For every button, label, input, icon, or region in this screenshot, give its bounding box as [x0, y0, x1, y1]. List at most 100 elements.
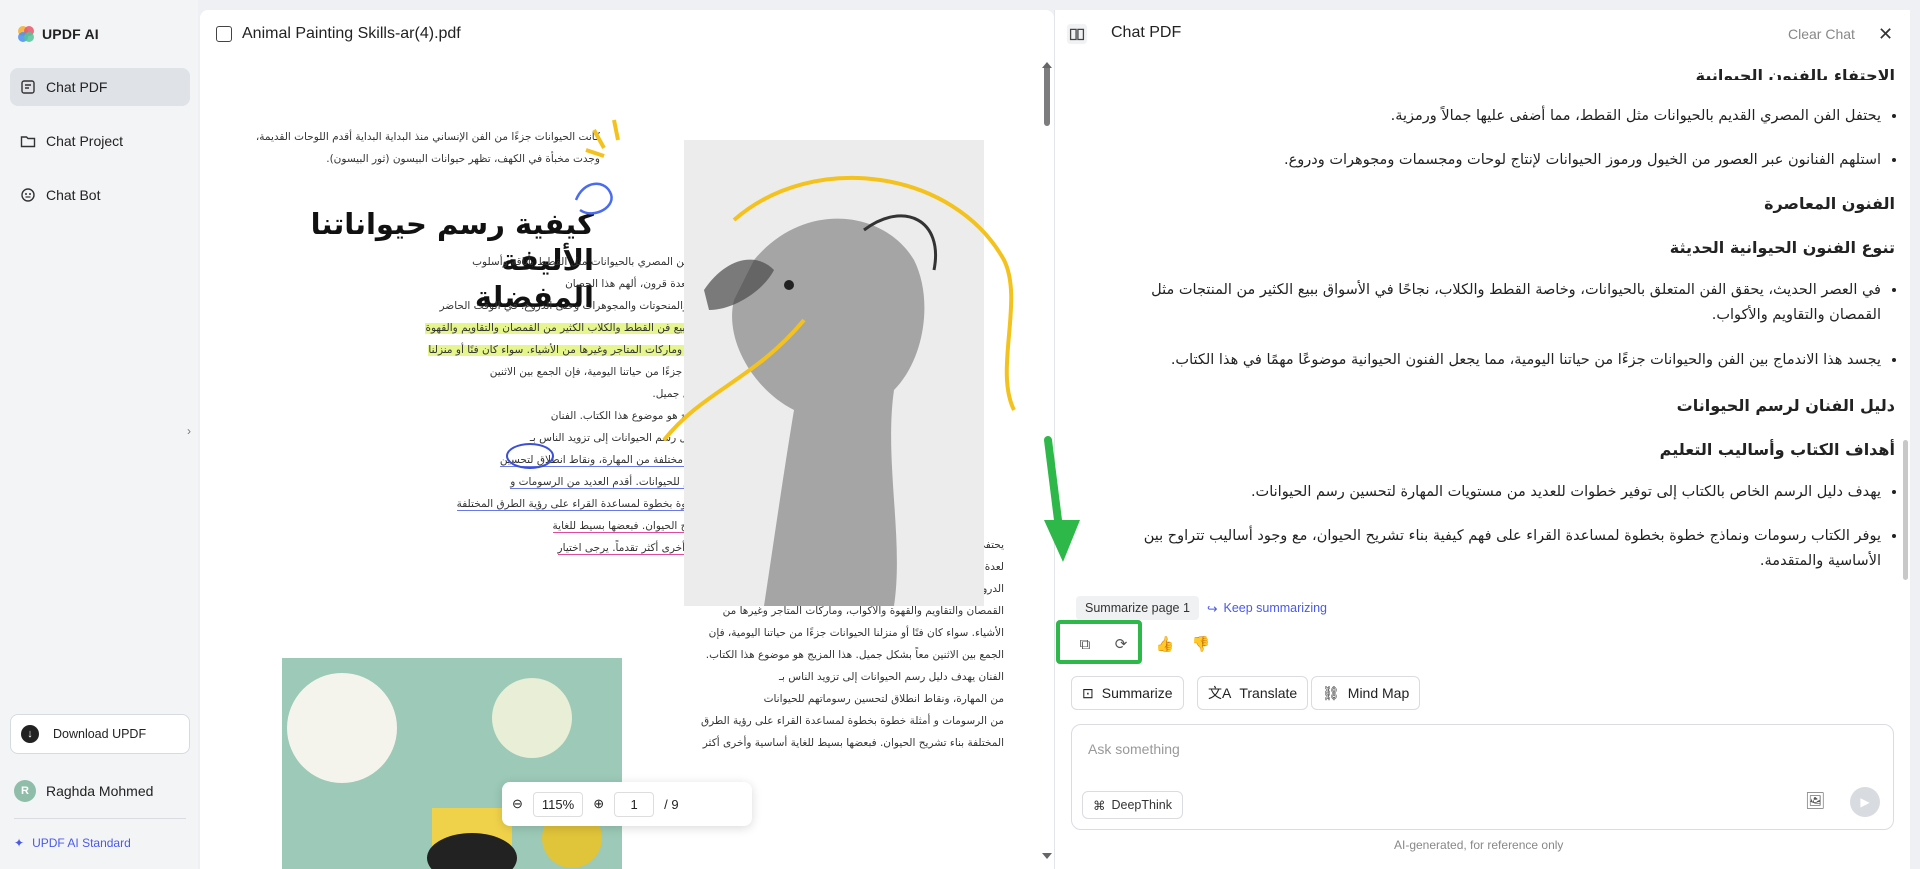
sidebar-item-chat-project[interactable]: Chat Project — [10, 122, 190, 160]
chat-bullet-list: يهدف دليل الرسم الخاص بالكتاب إلى توفير … — [1105, 480, 1895, 505]
page-intro-line: وجدت مخبأة في الكهف، تظهر حيوانات البيسو… — [326, 153, 600, 165]
close-icon[interactable]: ✕ — [1878, 24, 1893, 45]
page-column-line: من المهارة، ونقاط انطلاق لتحسين رسوماتهم… — [763, 693, 1004, 705]
zoom-level[interactable]: 115% — [532, 791, 584, 817]
chat-bullet-list: يحتفل الفن المصري القديم بالحيوانات مثل … — [1105, 104, 1895, 129]
sidebar-item-label: Chat Project — [46, 133, 124, 149]
chat-header: Chat PDF Clear Chat ✕ — [1055, 10, 1911, 58]
translate-icon: 文A — [1208, 685, 1232, 701]
summarize-page-chip[interactable]: Summarize page 1 — [1076, 596, 1199, 620]
chat-heading: تنوع الفنون الحيوانية الحديثة — [1669, 238, 1895, 257]
summarize-button[interactable]: ⊡ Summarize — [1071, 676, 1184, 710]
translate-label: Translate — [1239, 685, 1298, 701]
chat-heading: دليل الفنان لرسم الحيوانات — [1676, 396, 1895, 415]
avatar: R — [14, 780, 36, 802]
chat-pdf-icon — [21, 80, 35, 94]
updf-logo-icon — [18, 26, 34, 42]
highlight-annotation-box — [1056, 620, 1142, 664]
download-label: Download UPDF — [53, 727, 147, 741]
chat-heading: الفنون المعاصرة — [1764, 194, 1895, 213]
download-icon: ↓ — [21, 725, 39, 743]
flower-photo — [282, 658, 622, 869]
user-name: Raghda Mohmed — [46, 783, 154, 799]
deepthink-toggle[interactable]: ⌘ DeepThink — [1082, 791, 1183, 819]
chat-bullet: يوفر الكتاب رسومات ونماذج خطوة بخطوة لمس… — [1105, 524, 1881, 575]
scroll-down-arrow-icon[interactable] — [1042, 853, 1052, 859]
zoom-out-icon[interactable]: ⊖ — [512, 796, 523, 812]
mind-map-icon: ⛓ — [1322, 684, 1340, 701]
chat-bullet: يجسد هذا الاندماج بين الفن والحيوانات جز… — [1105, 348, 1881, 373]
download-updf-button[interactable]: ↓ Download UPDF — [10, 714, 190, 754]
chat-bullet: استلهم الفنانون عبر العصور من الخيول ورم… — [1105, 148, 1881, 173]
send-icon[interactable]: ▶ — [1850, 787, 1880, 817]
translate-button[interactable]: 文A Translate — [1197, 676, 1309, 710]
divider — [14, 818, 186, 819]
chat-bullet: في العصر الحديث، يحقق الفن المتعلق بالحي… — [1105, 278, 1881, 329]
sidebar-item-chat-bot[interactable]: Chat Bot — [10, 176, 190, 214]
sidebar-item-chat-pdf[interactable]: Chat PDF — [10, 68, 190, 106]
keep-summarizing-link[interactable]: ↪ Keep summarizing — [1207, 601, 1327, 616]
pdf-viewport[interactable]: كانت الحيوانات جزءًا من الفن الإنساني من… — [214, 70, 1028, 869]
arrow-right-icon: ↪ — [1207, 602, 1218, 616]
chat-bullet-list: يوفر الكتاب رسومات ونماذج خطوة بخطوة لمس… — [1105, 524, 1895, 575]
yellow-swirl-decoration — [574, 119, 1016, 442]
chat-bullet: يحتفل الفن المصري القديم بالحيوانات مثل … — [1105, 104, 1881, 129]
chat-input-placeholder: Ask something — [1088, 741, 1180, 757]
sidebar-item-label: Chat Bot — [46, 187, 101, 203]
summarize-icon: ⊡ — [1082, 684, 1094, 701]
book-icon[interactable] — [1065, 22, 1089, 46]
pdf-viewer: Animal Painting Skills-ar(4).pdf كانت ال… — [200, 10, 1054, 869]
pdf-file-icon — [216, 26, 232, 42]
flower-photo-image — [282, 658, 622, 869]
page-column-line: المختلفة بناء تشريح الحيوان. فبعضها بسيط… — [702, 737, 1004, 749]
chat-heading: أهداف الكتاب وأساليب التعليم — [1659, 440, 1895, 459]
zoom-in-icon[interactable]: ⊕ — [593, 796, 604, 812]
thumbs-up-icon[interactable]: 👍 — [1151, 630, 1179, 658]
app-window: UPDF AI Chat PDF Chat Project Chat Bot ↓… — [0, 0, 1920, 869]
chat-bullet-list: يجسد هذا الاندماج بين الفن والحيوانات جز… — [1105, 348, 1895, 373]
chat-bullet-list: استلهم الفنانون عبر العصور من الخيول ورم… — [1105, 148, 1895, 173]
scroll-up-arrow-icon[interactable] — [1042, 62, 1052, 68]
page-intro-line: كانت الحيوانات جزءًا من الفن الإنساني من… — [255, 131, 600, 143]
ai-disclaimer: AI-generated, for reference only — [1394, 838, 1564, 852]
summarize-label: Summarize — [1101, 685, 1173, 701]
page-column-line: الفنان يهدف دليل رسم الحيوانات إلى تزويد… — [778, 671, 1004, 683]
sparkle-icon: ✦ — [14, 836, 25, 850]
chat-scrollbar-thumb[interactable] — [1903, 440, 1908, 580]
mind-map-button[interactable]: ⛓ Mind Map — [1311, 676, 1421, 710]
deepthink-label: DeepThink — [1111, 798, 1172, 812]
sidebar-item-label: Chat PDF — [46, 79, 108, 95]
bot-icon — [21, 188, 35, 202]
chat-bullet: يهدف دليل الرسم الخاص بالكتاب إلى توفير … — [1105, 480, 1881, 505]
user-profile[interactable]: R Raghda Mohmed — [14, 780, 153, 802]
deepthink-icon: ⌘ — [1093, 798, 1106, 813]
page-column-line: من الرسومات و أمثلة خطوة بخطوة لمساعدة ا… — [700, 715, 1004, 727]
plan-label: UPDF AI Standard — [32, 836, 131, 850]
page-column-line: الأشياء. سواء كان فنًا أو منزلنا الحيوان… — [708, 627, 1004, 639]
zoom-toolbar: ⊖ 115% ⊕ 1 / 9 — [502, 782, 752, 826]
pdf-header: Animal Painting Skills-ar(4).pdf — [200, 10, 1054, 58]
folder-icon — [20, 136, 36, 148]
sidebar: UPDF AI Chat PDF Chat Project Chat Bot ↓… — [0, 0, 198, 869]
clear-chat-button[interactable]: Clear Chat — [1788, 26, 1855, 42]
pdf-filename: Animal Painting Skills-ar(4).pdf — [242, 25, 461, 42]
page-total: / 9 — [664, 796, 679, 812]
app-logo: UPDF AI — [16, 24, 99, 44]
chat-input[interactable]: Ask something ⌘ DeepThink 🖼 ▶ — [1071, 724, 1894, 830]
chat-partial-heading: الاحتفاء بالفنون الحيوانية — [1695, 66, 1895, 80]
page-number-input[interactable]: 1 — [614, 791, 655, 817]
page-column-line: القمصان والتقاويم والقهوة والأكواب، ومار… — [722, 605, 1004, 617]
green-arrow-annotation — [1044, 436, 1080, 562]
collapse-sidebar-chevron-icon[interactable]: › — [187, 424, 199, 446]
keep-summarizing-label: Keep summarizing — [1223, 601, 1327, 615]
mind-map-label: Mind Map — [1347, 685, 1410, 701]
app-name: UPDF AI — [42, 26, 99, 42]
image-upload-icon[interactable]: 🖼 — [1805, 791, 1825, 811]
pdf-scrollbar-thumb[interactable] — [1044, 64, 1050, 126]
plan-badge[interactable]: ✦ UPDF AI Standard — [14, 836, 131, 850]
annotation-circle — [506, 443, 554, 469]
thumbs-down-icon[interactable]: 👎 — [1187, 630, 1215, 658]
page-column-line: الجمع بين الاثنين معاً بشكل جميل. هذا ال… — [705, 649, 1004, 661]
chat-bullet-list: في العصر الحديث، يحقق الفن المتعلق بالحي… — [1105, 278, 1895, 329]
chat-title: Chat PDF — [1111, 24, 1182, 41]
